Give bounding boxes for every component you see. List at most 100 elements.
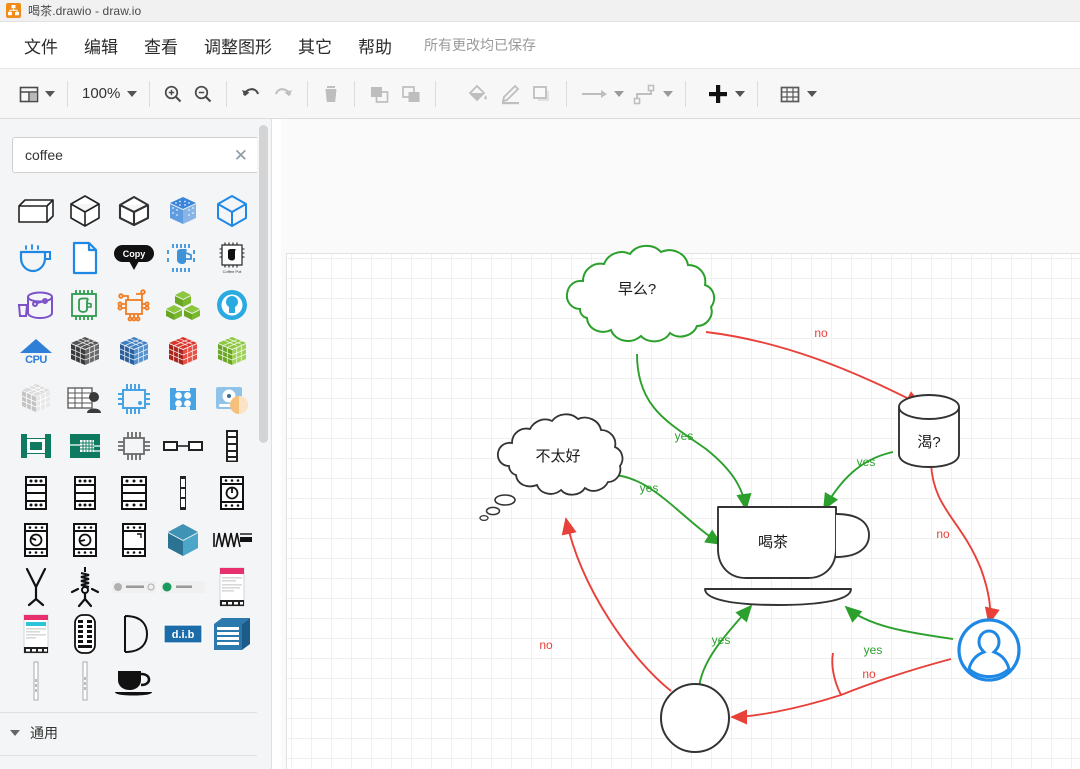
shape-breaker-module-3[interactable] xyxy=(110,469,158,516)
node-not-good[interactable]: 不太好 xyxy=(479,413,624,522)
shape-breaker-dial[interactable] xyxy=(208,469,256,516)
shape-spring-tool[interactable] xyxy=(208,516,256,563)
redo-button[interactable] xyxy=(267,77,299,111)
node-early[interactable]: 早么? xyxy=(565,244,716,343)
sidebar-scrollbar-track[interactable] xyxy=(257,119,271,769)
shape-mobile-screen-cyan[interactable] xyxy=(12,610,60,657)
shape-table-user-gray[interactable] xyxy=(61,375,109,422)
shape-breaker-module-2[interactable] xyxy=(61,469,109,516)
shape-chip-gray-outline[interactable] xyxy=(110,422,158,469)
edge-person-start[interactable] xyxy=(730,658,952,725)
menu-help[interactable]: 帮助 xyxy=(348,29,402,62)
shape-spring-gripper[interactable] xyxy=(61,563,109,610)
shape-cpu-blue[interactable]: CPU xyxy=(12,328,60,375)
shape-breaker-dial-2[interactable] xyxy=(12,516,60,563)
waypoints-button[interactable] xyxy=(628,77,677,111)
shape-copy-badge[interactable]: Copy xyxy=(110,234,158,281)
shape-rubik-light-gray[interactable] xyxy=(12,375,60,422)
connection-arrow-button[interactable] xyxy=(575,77,628,111)
sidebar-scrollbar-thumb[interactable] xyxy=(259,125,268,443)
shape-cube-blue-outline[interactable] xyxy=(208,187,256,234)
shape-thin-bar-2[interactable] xyxy=(61,657,109,704)
node-thirsty[interactable]: 渴? xyxy=(898,394,960,468)
gen-shape-ellipse[interactable] xyxy=(159,762,207,769)
section-general[interactable]: 通用 xyxy=(0,713,271,753)
shape-coffee-cup-black[interactable] xyxy=(110,657,158,704)
diagram-canvas[interactable]: 早么? 不太好 渴? 喝茶 no yes yes yes no yes yes … xyxy=(281,119,1080,769)
shape-breaker-plain[interactable] xyxy=(110,516,158,563)
fill-color-button[interactable] xyxy=(462,77,494,111)
edge-start-drinktea[interactable] xyxy=(698,604,753,690)
to-front-button[interactable] xyxy=(363,77,395,111)
shape-rubik-blue[interactable] xyxy=(110,328,158,375)
send-to-back-button[interactable] xyxy=(395,77,427,111)
shape-thin-module[interactable] xyxy=(159,469,207,516)
shape-books-stack-blue[interactable] xyxy=(208,610,256,657)
edge-start-notgood[interactable] xyxy=(561,517,672,692)
shape-rubik-red[interactable] xyxy=(159,328,207,375)
table-button[interactable] xyxy=(774,77,821,111)
shape-cubes-green[interactable] xyxy=(159,281,207,328)
gen-shape-text[interactable]: Text xyxy=(110,762,158,769)
node-person[interactable] xyxy=(957,618,1021,682)
gen-shape-rounded-rectangle[interactable] xyxy=(61,762,109,769)
menu-view[interactable]: 查看 xyxy=(134,29,188,62)
menu-file[interactable]: 文件 xyxy=(14,29,68,62)
shape-cube-dotted-blue[interactable] xyxy=(159,187,207,234)
shape-thin-bar-1[interactable] xyxy=(12,657,60,704)
edge-thirsty-person[interactable] xyxy=(930,462,1000,625)
shape-box-3d-flat[interactable] xyxy=(12,187,60,234)
node-start-circle[interactable] xyxy=(660,683,730,753)
zoom-out-button[interactable] xyxy=(188,77,218,111)
zoom-in-button[interactable] xyxy=(158,77,188,111)
shape-dib-label[interactable]: d.i.b xyxy=(159,610,207,657)
shape-processor-green-grid[interactable] xyxy=(61,422,109,469)
shape-half-circle[interactable] xyxy=(110,610,158,657)
shape-mobile-screen-pink[interactable] xyxy=(208,563,256,610)
shape-chip-blue-outline[interactable] xyxy=(110,375,158,422)
shape-chip-four-dots[interactable] xyxy=(159,375,207,422)
shape-circuit-orange[interactable] xyxy=(110,281,158,328)
edge-notgood-drinktea[interactable] xyxy=(610,474,723,546)
shape-cube-outline[interactable] xyxy=(61,187,109,234)
undo-button[interactable] xyxy=(235,77,267,111)
menu-edit[interactable]: 编辑 xyxy=(74,29,128,62)
zoom-level-button[interactable]: 100% xyxy=(76,77,141,111)
shape-rubik-green[interactable] xyxy=(208,328,256,375)
shape-cube-teal[interactable] xyxy=(159,516,207,563)
shape-breaker-dial-3[interactable] xyxy=(61,516,109,563)
edge-early-thirsty[interactable] xyxy=(705,331,923,406)
delete-button[interactable] xyxy=(316,77,346,111)
shape-two-modules-link[interactable] xyxy=(159,422,207,469)
menu-extras[interactable]: 其它 xyxy=(288,29,342,62)
shape-rack-module-vertical[interactable] xyxy=(208,422,256,469)
shape-cube-solid-edge[interactable] xyxy=(110,187,158,234)
shape-rubik-gray[interactable] xyxy=(61,328,109,375)
shadow-button[interactable] xyxy=(526,77,558,111)
shape-keyhole-blue[interactable] xyxy=(208,281,256,328)
menu-arrange[interactable]: 调整图形 xyxy=(194,29,282,62)
shape-disk-drive[interactable] xyxy=(208,375,256,422)
shape-bucket-cylinder-purple[interactable] xyxy=(12,281,60,328)
shape-coffee-pot-chip-blue[interactable] xyxy=(159,234,207,281)
shape-coffee-pot-chip-green[interactable] xyxy=(61,281,109,328)
shape-breaker-module-1[interactable] xyxy=(12,469,60,516)
gen-shape-rectangle[interactable] xyxy=(12,762,60,769)
shape-search-box[interactable]: ✕ xyxy=(12,137,259,173)
edge-person-start-branch[interactable] xyxy=(831,652,842,696)
edge-person-drinktea[interactable] xyxy=(844,605,954,640)
clear-search-icon[interactable]: ✕ xyxy=(232,147,250,164)
node-drink-tea[interactable]: 喝茶 xyxy=(704,506,870,606)
shape-coffee-cup-blue[interactable] xyxy=(12,234,60,281)
shape-tripod-y[interactable] xyxy=(12,563,60,610)
insert-button[interactable] xyxy=(702,77,749,111)
shape-list-row-gray[interactable] xyxy=(110,563,158,610)
search-input[interactable] xyxy=(23,146,232,164)
shape-document-blue[interactable] xyxy=(61,234,109,281)
shape-processor-green[interactable] xyxy=(12,422,60,469)
line-color-button[interactable] xyxy=(494,77,526,111)
shape-remote-control[interactable] xyxy=(61,610,109,657)
shape-list-row-green[interactable] xyxy=(159,563,207,610)
view-layout-button[interactable] xyxy=(14,77,59,111)
shape-coffee-pot-chip-labeled[interactable]: Coffee Pot xyxy=(208,234,256,281)
